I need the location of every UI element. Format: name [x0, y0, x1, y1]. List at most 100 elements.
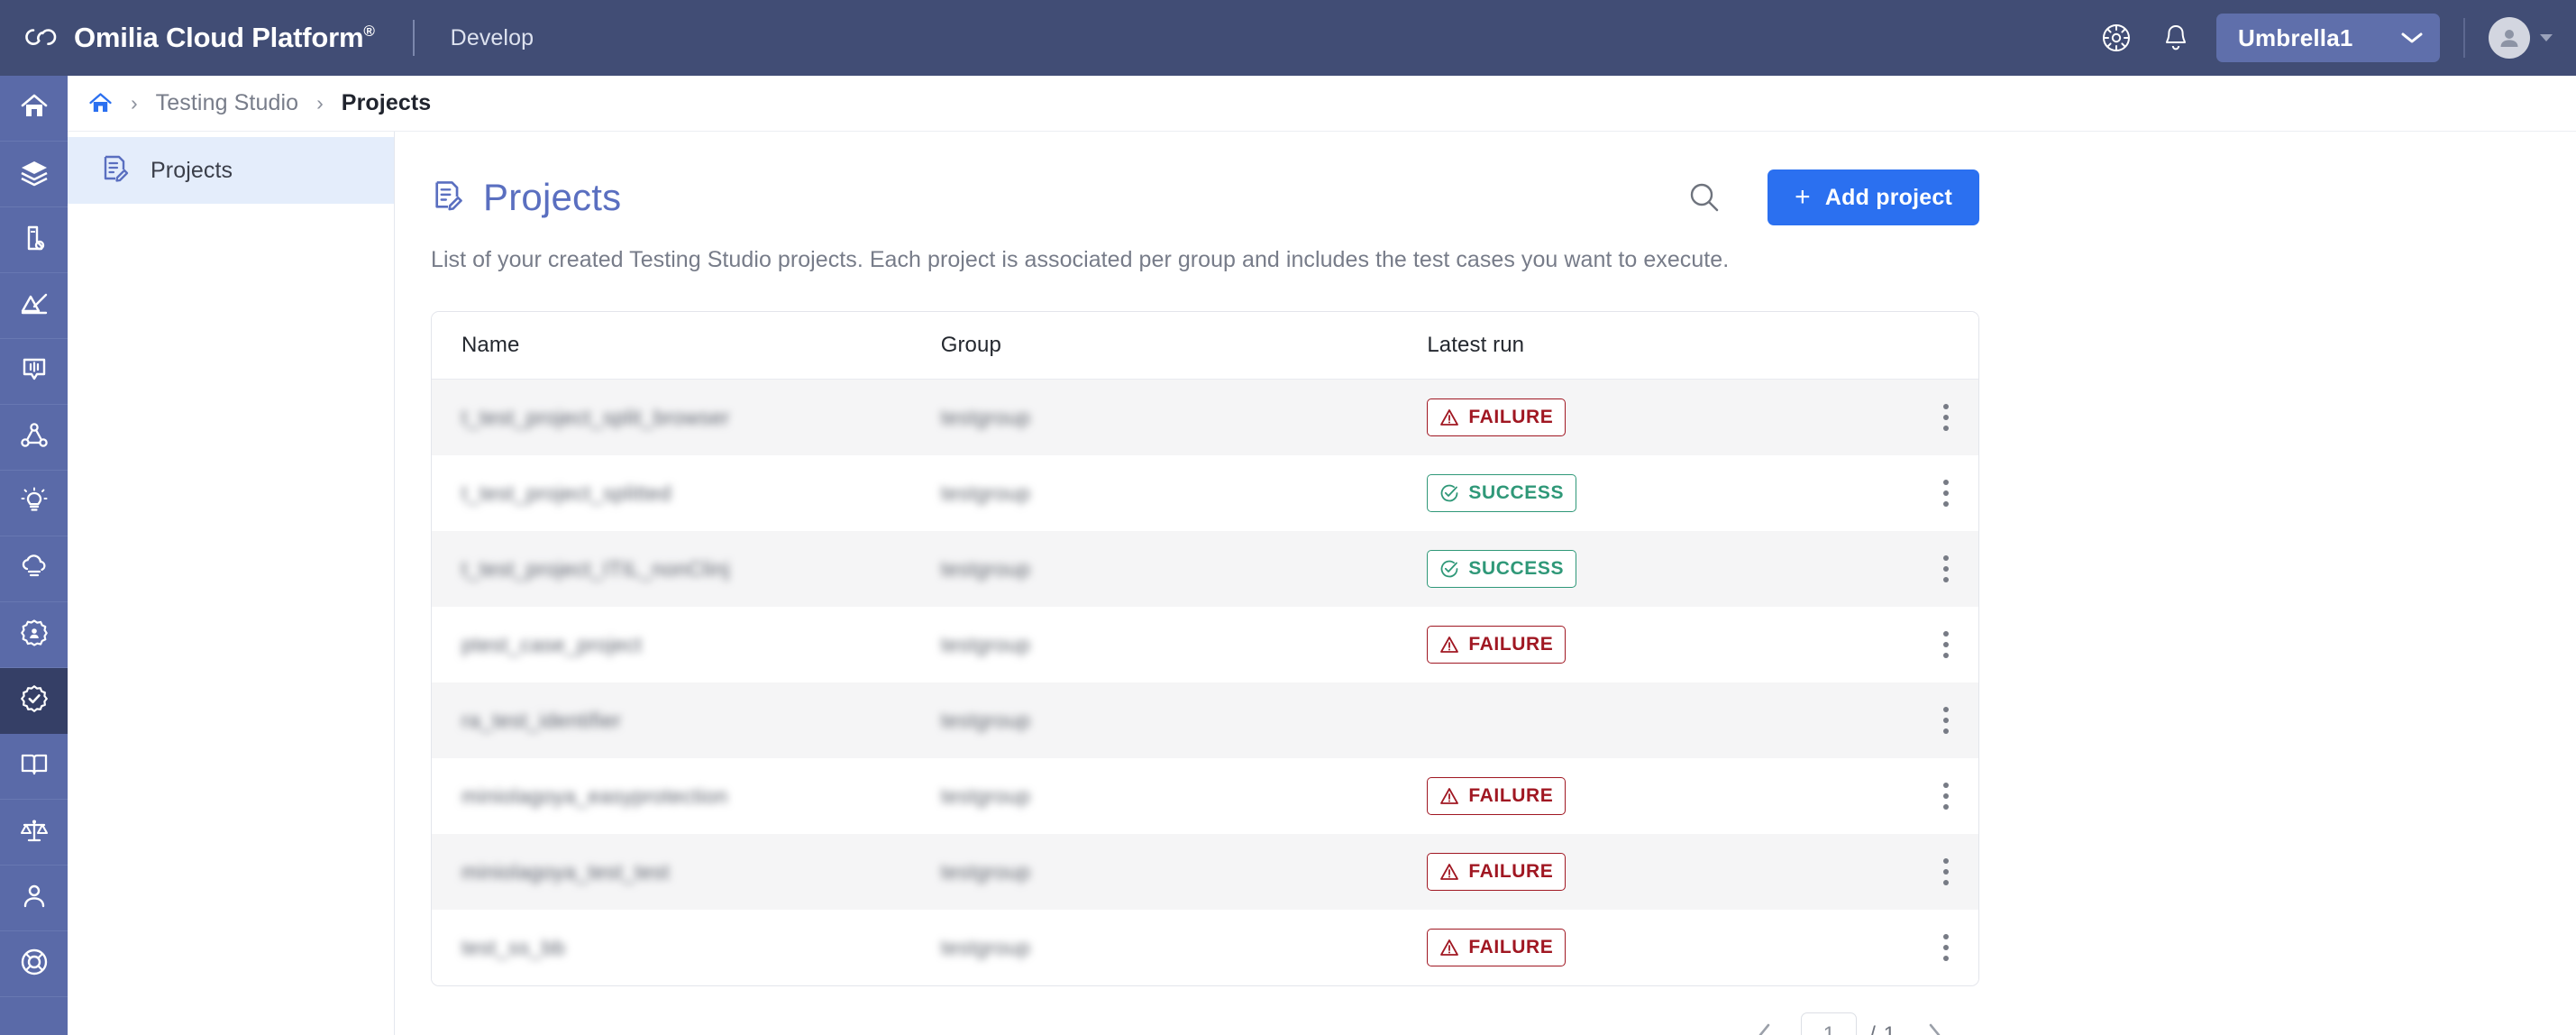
pagination: / 1 — [431, 1012, 1979, 1035]
warning-triangle-icon — [1439, 786, 1459, 806]
breadcrumb-separator-1: › — [131, 91, 138, 114]
kebab-menu-icon[interactable] — [1929, 848, 1963, 895]
chevron-down-icon — [2400, 31, 2424, 45]
rail-item-book[interactable] — [0, 734, 68, 800]
header-actions: Umbrella1 — [2092, 14, 2576, 62]
chevron-right-icon[interactable] — [1911, 1012, 1958, 1035]
cell-project-name: miniolagoya_test_test — [432, 860, 941, 884]
project-name-redacted: test_ss_bb — [461, 935, 566, 959]
kebab-menu-icon[interactable] — [1929, 394, 1963, 441]
group-name-redacted: testgroup — [940, 481, 1031, 505]
brand-title: Omilia Cloud Platform ® — [74, 22, 375, 53]
page-header: Projects + Add project — [431, 169, 1979, 225]
warning-triangle-icon — [1439, 938, 1459, 957]
kebab-menu-icon[interactable] — [1929, 470, 1963, 517]
brand-group[interactable]: Omilia Cloud Platform ® — [0, 17, 375, 59]
cell-group: testgroup — [941, 709, 1428, 733]
table-row[interactable]: t_test_project_splitted testgroup SUCCESS — [432, 455, 1978, 531]
breadcrumb: › Testing Studio › Projects — [68, 76, 2576, 132]
page-actions: + Add project — [1679, 169, 1979, 225]
table-row[interactable]: miniolagoya_easyprotection testgroup FAILU… — [432, 758, 1978, 834]
rail-item-layers[interactable] — [0, 142, 68, 207]
rail-item-cloud[interactable] — [0, 536, 68, 602]
status-badge: SUCCESS — [1427, 474, 1577, 512]
rail-item-probe[interactable] — [0, 207, 68, 273]
kebab-menu-icon[interactable] — [1929, 924, 1963, 971]
status-badge: FAILURE — [1427, 626, 1567, 664]
page-title-group: Projects — [431, 176, 621, 219]
table-row[interactable]: test_ss_bb testgroup FAILURE — [432, 910, 1978, 985]
kebab-menu-icon[interactable] — [1929, 773, 1963, 820]
cell-project-name: t_test_project_ITIL_nonClinj — [432, 557, 941, 582]
table-row[interactable]: ra_test_identifier testgroup — [432, 682, 1978, 758]
cell-actions — [1914, 470, 1978, 517]
search-icon[interactable] — [1679, 172, 1730, 223]
sidebar-item-projects[interactable]: Projects — [68, 137, 394, 204]
page-title: Projects — [483, 176, 622, 218]
project-name-redacted: ra_test_identifier — [461, 708, 622, 732]
rail-item-speech-analytics[interactable] — [0, 339, 68, 405]
page-number-input[interactable] — [1801, 1012, 1858, 1035]
cell-actions — [1914, 394, 1978, 441]
rail-item-lifebuoy[interactable] — [0, 931, 68, 997]
rail-item-nodes-network[interactable] — [0, 405, 68, 471]
status-badge: FAILURE — [1427, 929, 1567, 966]
scales-icon — [19, 815, 50, 850]
chevron-left-icon[interactable] — [1741, 1012, 1788, 1035]
rail-item-person[interactable] — [0, 866, 68, 931]
cell-project-name: ra_test_identifier — [432, 709, 941, 733]
registered-mark: ® — [363, 23, 375, 40]
cell-project-name: test_ss_bb — [432, 936, 941, 960]
bell-icon[interactable] — [2151, 14, 2200, 62]
cell-latest-run: FAILURE — [1427, 777, 1914, 815]
rail-item-home[interactable] — [0, 76, 68, 142]
project-name-redacted: t_test_project_ITIL_nonClinj — [461, 556, 730, 581]
avatar — [2489, 17, 2530, 59]
rail-item-testing-studio[interactable] — [0, 668, 68, 734]
cell-project-name: miniolagoya_easyprotection — [432, 784, 941, 809]
column-header-latest-run: Latest run — [1427, 333, 1525, 357]
cell-group: testgroup — [941, 936, 1428, 960]
probe-icon — [19, 223, 50, 258]
table-row[interactable]: ptest_case_project testgroup FAILURE — [432, 607, 1978, 682]
breadcrumb-home-icon[interactable] — [88, 91, 113, 115]
cell-latest-run: SUCCESS — [1427, 474, 1914, 512]
page-subtitle: List of your created Testing Studio proj… — [431, 247, 1730, 272]
kebab-menu-icon[interactable] — [1929, 545, 1963, 592]
header-divider-2 — [2463, 18, 2465, 58]
status-badge: SUCCESS — [1427, 550, 1577, 588]
breadcrumb-link-testing-studio[interactable]: Testing Studio — [156, 90, 298, 116]
status-label: SUCCESS — [1468, 558, 1565, 579]
kebab-menu-icon[interactable] — [1929, 697, 1963, 744]
table-row[interactable]: t_test_project_split_browser testgroup FAI… — [432, 380, 1978, 455]
user-menu[interactable] — [2489, 17, 2553, 59]
rail-item-lightbulb[interactable] — [0, 471, 68, 536]
rail-item-gear-user[interactable] — [0, 602, 68, 668]
cell-group: testgroup — [941, 557, 1428, 582]
tenant-selector[interactable]: Umbrella1 — [2216, 14, 2440, 62]
rail-item-scales[interactable] — [0, 800, 68, 866]
column-header-group: Group — [940, 333, 1001, 357]
rail-item-analytics[interactable] — [0, 273, 68, 339]
table-row[interactable]: miniolagoya_test_test testgroup FAILURE — [432, 834, 1978, 910]
add-project-label: Add project — [1824, 184, 1952, 210]
omilia-logo-icon — [20, 17, 61, 59]
cell-actions — [1914, 773, 1978, 820]
add-project-button[interactable]: + Add project — [1768, 169, 1979, 225]
environment-label[interactable]: Develop — [451, 25, 534, 51]
warning-triangle-icon — [1439, 635, 1459, 655]
kebab-menu-icon[interactable] — [1929, 621, 1963, 668]
check-circle-icon — [1439, 483, 1459, 503]
group-name-redacted: testgroup — [940, 859, 1031, 884]
cell-group: testgroup — [941, 406, 1428, 430]
project-name-redacted: t_test_project_split_browser — [461, 405, 730, 429]
cell-project-name: t_test_project_split_browser — [432, 406, 941, 430]
cell-latest-run: FAILURE — [1427, 853, 1914, 891]
breadcrumb-separator-2: › — [316, 91, 324, 114]
secondary-sidebar: Projects — [68, 76, 395, 1035]
gear-sun-icon[interactable] — [2092, 14, 2141, 62]
cell-actions — [1914, 545, 1978, 592]
status-badge: FAILURE — [1427, 398, 1567, 436]
table-row[interactable]: t_test_project_ITIL_nonClinj testgroup SUC… — [432, 531, 1978, 607]
project-name-redacted: ptest_case_project — [461, 632, 643, 656]
